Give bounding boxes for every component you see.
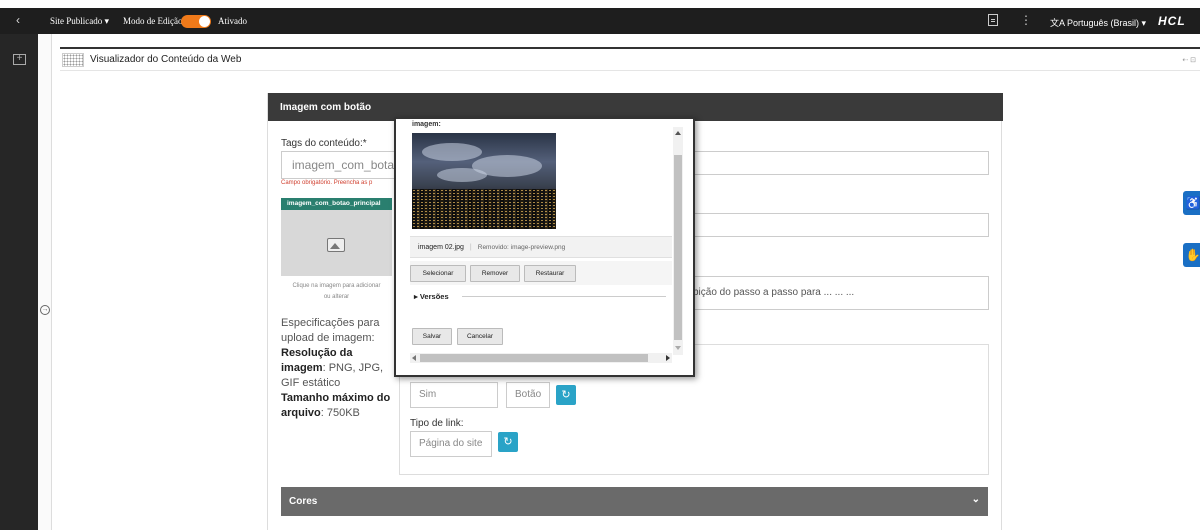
more-options-icon[interactable]: ⋮ (1020, 13, 1032, 27)
toggle-knob (199, 16, 210, 27)
step-text-input[interactable]: bição do passo a passo para ... ... ... (690, 276, 989, 310)
accessibility-icon[interactable]: ♿ (1183, 191, 1200, 215)
removed-file: Removido: image-preview.png (477, 244, 566, 251)
scroll-down-icon[interactable] (675, 346, 681, 350)
cores-label: Cores (289, 496, 318, 507)
collapse-handle: → (38, 34, 52, 530)
drag-handle-icon[interactable] (62, 53, 84, 67)
select-button[interactable]: Selecionar (410, 265, 466, 282)
link-type-label: Tipo de link: (410, 418, 464, 429)
image-selector-dialog: imagem: imagem 02.jpg | Removido: image-pr… (394, 117, 695, 377)
left-rail: + (0, 34, 38, 530)
image-preview (412, 133, 556, 229)
expand-arrow-icon[interactable]: → (40, 305, 50, 315)
viewer-title: Visualizador do Conteúdo da Web (90, 54, 242, 65)
edit-mode-toggle[interactable] (181, 15, 211, 28)
specs-size-value: : 750KB (320, 407, 360, 419)
right-input-2[interactable] (690, 213, 989, 237)
edit-mode-state: Ativado (218, 16, 247, 26)
photo-cloud (422, 143, 482, 161)
chevron-down-icon: ⌄ (971, 494, 980, 505)
image-actions: Selecionar Remover Restaurar (410, 261, 672, 285)
upload-specs: Especificações para upload de imagem: Re… (281, 316, 396, 421)
scroll-right-icon[interactable] (666, 355, 670, 361)
show-button-input[interactable]: Sim (410, 382, 498, 408)
edit-mode-label: Modo de Edição: (123, 16, 185, 26)
image-field-label: imagem: (412, 121, 441, 128)
image-tag-badge: imagem_com_botao_principal (281, 198, 392, 210)
scroll-thumb[interactable] (674, 155, 682, 340)
remove-button[interactable]: Remover (470, 265, 520, 282)
refresh-icon[interactable]: ↻ (556, 385, 576, 405)
image-icon (327, 238, 345, 252)
language-selector[interactable]: 文A Português (Brasil) ▾ (1050, 16, 1146, 29)
restore-button[interactable]: Restaurar (524, 265, 576, 282)
tags-label: Tags do conteúdo:* (281, 138, 367, 149)
site-published-dropdown[interactable]: Site Publicado ▾ (50, 16, 109, 27)
image-hint-line-1: Clique na imagem para adicionar (292, 283, 381, 289)
image-placeholder[interactable] (281, 210, 392, 276)
file-info-separator: | (469, 244, 472, 251)
horizontal-scrollbar[interactable] (410, 353, 672, 363)
scroll-left-icon[interactable] (412, 355, 416, 361)
save-button[interactable]: Salvar (412, 328, 452, 345)
button-type-input[interactable]: Botão (506, 382, 550, 408)
vertical-scrollbar[interactable] (673, 127, 683, 355)
specs-intro: Especificações para upload de imagem: (281, 317, 380, 344)
top-bar: ‹ Site Publicado ▾ Modo de Edição: Ativa… (0, 8, 1200, 34)
photo-lights (412, 189, 556, 229)
tags-input[interactable]: imagem_com_botao (281, 151, 401, 179)
viewer-header: Visualizador do Conteúdo da Web ⇠ ⊡ (60, 47, 1200, 71)
image-hint: Clique na imagem para adicionar ou alter… (281, 281, 392, 303)
scroll-thumb-h[interactable] (420, 354, 648, 362)
file-info: imagem 02.jpg | Removido: image-preview.pn… (410, 236, 672, 258)
cores-section[interactable]: Cores ⌄ (281, 487, 988, 516)
back-icon[interactable]: ‹ (16, 13, 20, 27)
cancel-button[interactable]: Cancelar (457, 328, 503, 345)
viewer-actions-icon[interactable]: ⇠ ⊡ (1182, 56, 1196, 64)
brand-logo: HCL (1158, 14, 1186, 28)
scroll-up-icon[interactable] (675, 131, 681, 135)
versions-toggle[interactable]: ▸ Versões (414, 292, 449, 301)
right-input-1[interactable] (690, 151, 989, 175)
required-message: Campo obrigatório. Preencha as p (281, 180, 373, 186)
refresh-link-icon[interactable]: ↻ (498, 432, 518, 452)
versions-divider (462, 296, 666, 297)
link-type-input[interactable]: Página do site (410, 431, 492, 457)
sign-language-icon[interactable]: ✋ (1183, 243, 1200, 267)
add-panel-icon[interactable]: + (13, 54, 26, 65)
image-hint-line-2: ou alterar (323, 294, 350, 300)
photo-cloud (437, 168, 487, 182)
file-name: imagem 02.jpg (418, 244, 464, 251)
document-icon[interactable] (988, 14, 998, 26)
